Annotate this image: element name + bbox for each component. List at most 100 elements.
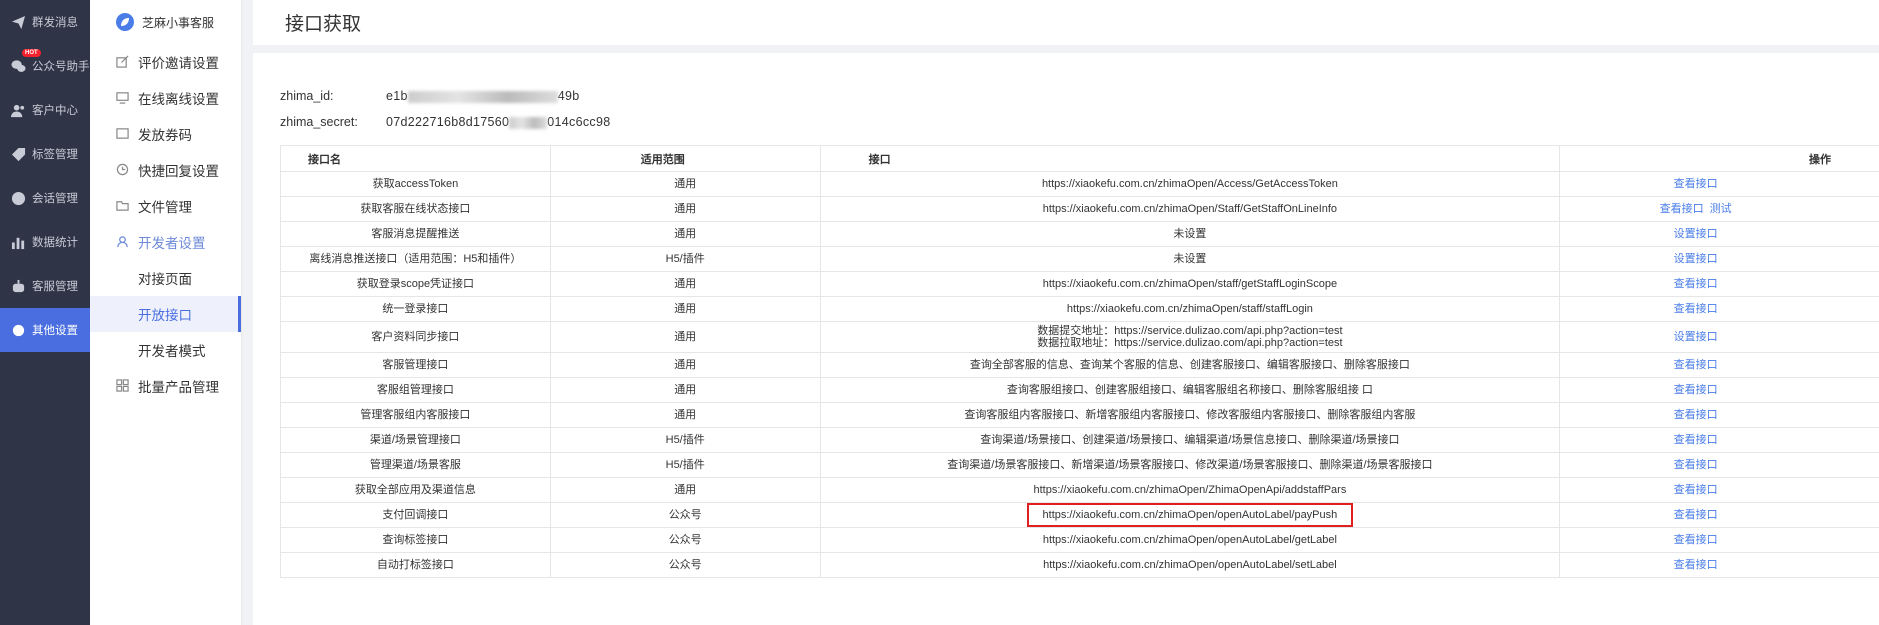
cell-api-name: 客户资料同步接口 bbox=[280, 321, 551, 353]
users-icon bbox=[10, 102, 26, 118]
table-row: 支付回调接口 公众号 https://xiaokefu.com.cn/zhimaOp… bbox=[280, 502, 1879, 528]
nav-item-sessions[interactable]: 会话管理 bbox=[0, 176, 90, 220]
cell-api: https://xiaokefu.com.cn/zhimaOpen/staff/… bbox=[819, 296, 1561, 322]
cell-operation: 查看接口 bbox=[1559, 271, 1879, 297]
cell-scope: H5/插件 bbox=[549, 452, 821, 478]
sidebar-item-quick-reply[interactable]: 快捷回复设置 bbox=[90, 152, 241, 188]
table-row: 客服消息提醒推送 通用 未设置 设置接口 bbox=[280, 221, 1879, 247]
sidebar-item-online-offline[interactable]: 在线离线设置 bbox=[90, 80, 241, 116]
view-api-link[interactable]: 查看接口 bbox=[1674, 459, 1718, 471]
nav-label: 标签管理 bbox=[32, 149, 78, 161]
brand: 芝麻小事客服 bbox=[90, 0, 241, 44]
api-url: 数据提交地址：https://service.dulizao.com/api.p… bbox=[1037, 325, 1343, 337]
test-link[interactable]: 测试 bbox=[1710, 203, 1732, 215]
page-header: 接口获取 bbox=[253, 0, 1879, 45]
view-api-link[interactable]: 查看接口 bbox=[1674, 178, 1718, 190]
zhima-id-label: zhima_id: bbox=[280, 89, 334, 103]
table-header-row: 接口名 适用范围 接口 操作 bbox=[280, 145, 1879, 172]
api-table-body: 获取accessToken 通用 https://xiaokefu.com.cn/z… bbox=[280, 171, 1879, 578]
cell-api: https://xiaokefu.com.cn/zhimaOpen/openAu… bbox=[819, 552, 1561, 578]
set-api-link[interactable]: 设置接口 bbox=[1674, 253, 1718, 265]
api-url: https://xiaokefu.com.cn/zhimaOpen/openAu… bbox=[1043, 559, 1337, 571]
cell-api: https://xiaokefu.com.cn/zhimaOpen/staff/… bbox=[819, 271, 1561, 297]
cell-operation: 查看接口 bbox=[1559, 427, 1879, 453]
sidebar-item-coupons[interactable]: 发放券码 bbox=[90, 116, 241, 152]
cell-api: 查询全部客服的信息、查询某个客服的信息、创建客服接口、编辑客服接口、删除客服接口 bbox=[819, 352, 1561, 378]
cell-scope: 通用 bbox=[549, 196, 821, 222]
header-api: 接口 bbox=[819, 145, 1561, 172]
reply-icon bbox=[116, 163, 130, 177]
cell-scope: 通用 bbox=[549, 402, 821, 428]
nav-item-statistics[interactable]: 数据统计 bbox=[0, 220, 90, 264]
cell-api-name: 管理渠道/场景客服 bbox=[280, 452, 551, 478]
view-api-link[interactable]: 查看接口 bbox=[1674, 509, 1718, 521]
nav-item-customer-center[interactable]: 客户中心 bbox=[0, 88, 90, 132]
view-api-link[interactable]: 查看接口 bbox=[1674, 559, 1718, 571]
sidebar-item-review-invite[interactable]: 评价邀请设置 bbox=[90, 44, 241, 80]
cell-api-name: 支付回调接口 bbox=[280, 502, 551, 528]
api-table: 接口名 适用范围 接口 操作 获取accessToken 通用 https://xi… bbox=[280, 145, 1879, 578]
cell-operation: 查看接口 bbox=[1559, 552, 1879, 578]
view-api-link[interactable]: 查看接口 bbox=[1674, 303, 1718, 315]
table-row: 获取登录scope凭证接口 通用 https://xiaokefu.com.cn/z… bbox=[280, 271, 1879, 297]
zhima-id-value[interactable]: e1b 49b bbox=[386, 89, 580, 103]
api-url: 未设置 bbox=[1173, 228, 1207, 240]
view-api-link[interactable]: 查看接口 bbox=[1674, 534, 1718, 546]
view-api-link[interactable]: 查看接口 bbox=[1674, 434, 1718, 446]
cell-scope: H5/插件 bbox=[549, 246, 821, 272]
developer-icon bbox=[116, 235, 130, 249]
tag-icon bbox=[10, 146, 26, 162]
cell-operation: 查看接口 bbox=[1559, 352, 1879, 378]
robot-icon bbox=[10, 278, 26, 294]
view-api-link[interactable]: 查看接口 bbox=[1674, 409, 1718, 421]
cell-operation: 查看接口 bbox=[1559, 477, 1879, 503]
nav-item-other-settings[interactable]: 其他设置 bbox=[0, 308, 90, 352]
nav-item-broadcast[interactable]: 群发消息 bbox=[0, 0, 90, 44]
credentials: zhima_id: e1b 49b zhima_secret: 07d222716… bbox=[280, 83, 610, 135]
api-url-secondary: 数据拉取地址：https://service.dulizao.com/api.p… bbox=[1037, 337, 1343, 349]
nav-label: 其他设置 bbox=[32, 325, 78, 337]
set-api-link[interactable]: 设置接口 bbox=[1674, 228, 1718, 240]
sidebar-child-open-api[interactable]: 开放接口 bbox=[90, 296, 241, 332]
sidebar-child-integration-page[interactable]: 对接页面 bbox=[90, 260, 241, 296]
cell-api: 查询客服组内客服接口、新增客服组内客服接口、修改客服组内客服接口、删除客服组内客… bbox=[819, 402, 1561, 428]
table-row: 客服组管理接口 通用 查询客服组接口、创建客服组接口、编辑客服组名称接口、删除客服组… bbox=[280, 377, 1879, 403]
cell-api: 数据提交地址：https://service.dulizao.com/api.p… bbox=[819, 321, 1561, 353]
gear-icon bbox=[10, 322, 26, 338]
nav-item-agents[interactable]: 客服管理 bbox=[0, 264, 90, 308]
nav-item-tags[interactable]: 标签管理 bbox=[0, 132, 90, 176]
nav-label: 会话管理 bbox=[32, 193, 78, 205]
view-api-link[interactable]: 查看接口 bbox=[1674, 359, 1718, 371]
sidebar-child-developer-mode[interactable]: 开发者模式 bbox=[90, 332, 241, 368]
view-api-link[interactable]: 查看接口 bbox=[1660, 203, 1704, 215]
sidebar-item-developer[interactable]: 开发者设置 bbox=[90, 224, 241, 260]
sidebar-item-bulk-products[interactable]: 批量产品管理 bbox=[90, 368, 241, 404]
cell-api: 未设置 bbox=[819, 246, 1561, 272]
zhima-secret-value[interactable]: 07d222716b8d17560 014c6cc98 bbox=[386, 115, 610, 129]
cell-scope: 通用 bbox=[549, 296, 821, 322]
send-icon bbox=[10, 14, 26, 30]
sidebar-item-files[interactable]: 文件管理 bbox=[90, 188, 241, 224]
nav-item-official-account[interactable]: HOT 公众号助手 bbox=[0, 44, 90, 88]
view-api-link[interactable]: 查看接口 bbox=[1674, 384, 1718, 396]
cell-api-name: 获取登录scope凭证接口 bbox=[280, 271, 551, 297]
table-row: 获取客服在线状态接口 通用 https://xiaokefu.com.cn/zhim… bbox=[280, 196, 1879, 222]
cell-api-name: 获取accessToken bbox=[280, 171, 551, 197]
zhima-id-row: zhima_id: e1b 49b bbox=[280, 83, 610, 109]
chat-icon bbox=[10, 190, 26, 206]
monitor-icon bbox=[116, 91, 130, 105]
table-row: 查询标签接口 公众号 https://xiaokefu.com.cn/zhimaOp… bbox=[280, 527, 1879, 553]
api-url: 查询渠道/场景客服接口、新增渠道/场景客服接口、修改渠道/场景客服接口、删除渠道… bbox=[947, 459, 1433, 471]
api-url: 查询全部客服的信息、查询某个客服的信息、创建客服接口、编辑客服接口、删除客服接口 bbox=[969, 359, 1410, 371]
main-nav: 群发消息 HOT 公众号助手 客户中心 标签管理 会话管理 数据统计 客服管理 … bbox=[0, 0, 90, 625]
api-url: 查询客服组内客服接口、新增客服组内客服接口、修改客服组内客服接口、删除客服组内客… bbox=[964, 409, 1416, 421]
cell-api: https://xiaokefu.com.cn/zhimaOpen/openAu… bbox=[819, 502, 1561, 528]
folder-icon bbox=[116, 199, 130, 213]
view-api-link[interactable]: 查看接口 bbox=[1674, 484, 1718, 496]
view-api-link[interactable]: 查看接口 bbox=[1674, 278, 1718, 290]
set-api-link[interactable]: 设置接口 bbox=[1674, 331, 1718, 343]
wechat-icon bbox=[10, 58, 26, 74]
cell-scope: 通用 bbox=[549, 171, 821, 197]
header-api-name: 接口名 bbox=[280, 145, 551, 172]
leaf-logo-icon bbox=[116, 13, 134, 31]
